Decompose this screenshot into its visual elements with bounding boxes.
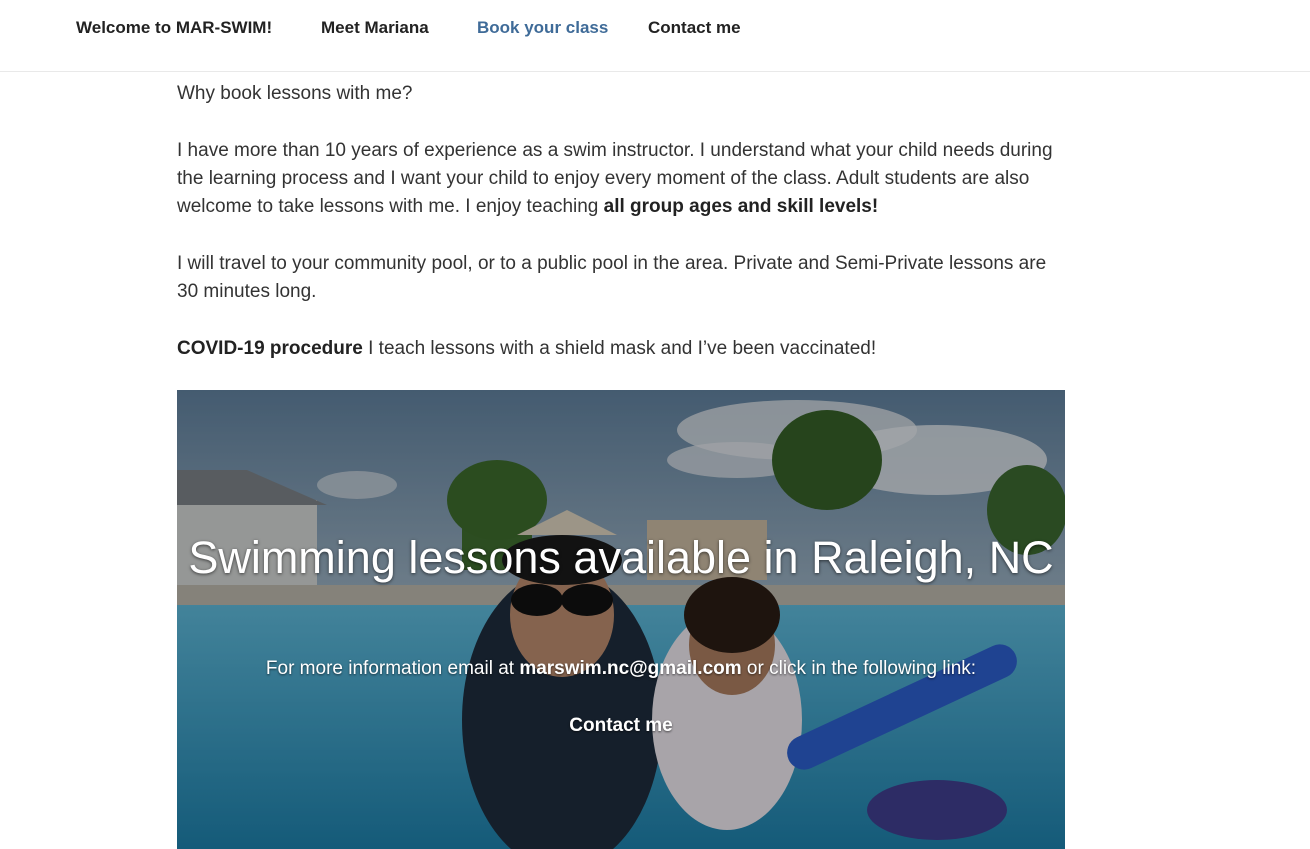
covid-label: COVID-19 procedure <box>177 338 363 359</box>
top-navigation: Welcome to MAR-SWIM! Meet Mariana Book y… <box>0 0 1310 72</box>
experience-paragraph: I have more than 10 years of experience … <box>177 137 1067 221</box>
cover-dim-overlay <box>177 390 1065 849</box>
contact-me-link[interactable]: Contact me <box>177 713 1065 739</box>
cover-info-text: For more information email at marswim.nc… <box>177 656 1065 682</box>
covid-paragraph: COVID-19 procedure I teach lessons with … <box>177 335 1067 363</box>
nav-item-meet-mariana[interactable]: Meet Mariana <box>321 18 429 38</box>
covid-text: I teach lessons with a shield mask and I… <box>362 338 877 359</box>
nav-item-book-your-class[interactable]: Book your class <box>477 18 608 38</box>
info-prefix: For more information email at <box>265 658 520 679</box>
intro-question: Why book lessons with me? <box>177 83 413 104</box>
cover-title: Swimming lessons available in Raleigh, N… <box>188 532 1054 583</box>
nav-item-contact-me[interactable]: Contact me <box>648 18 741 38</box>
info-suffix: or click in the following link: <box>741 658 977 679</box>
travel-paragraph: I will travel to your community pool, or… <box>177 253 1047 302</box>
experience-emphasis: all group ages and skill levels! <box>603 196 879 217</box>
page-content: Why book lessons with me? I have more th… <box>177 80 1067 392</box>
cover-block: Swimming lessons available in Raleigh, N… <box>177 390 1065 849</box>
nav-item-welcome[interactable]: Welcome to MAR-SWIM! <box>76 18 272 38</box>
contact-email: marswim.nc@gmail.com <box>519 658 742 679</box>
